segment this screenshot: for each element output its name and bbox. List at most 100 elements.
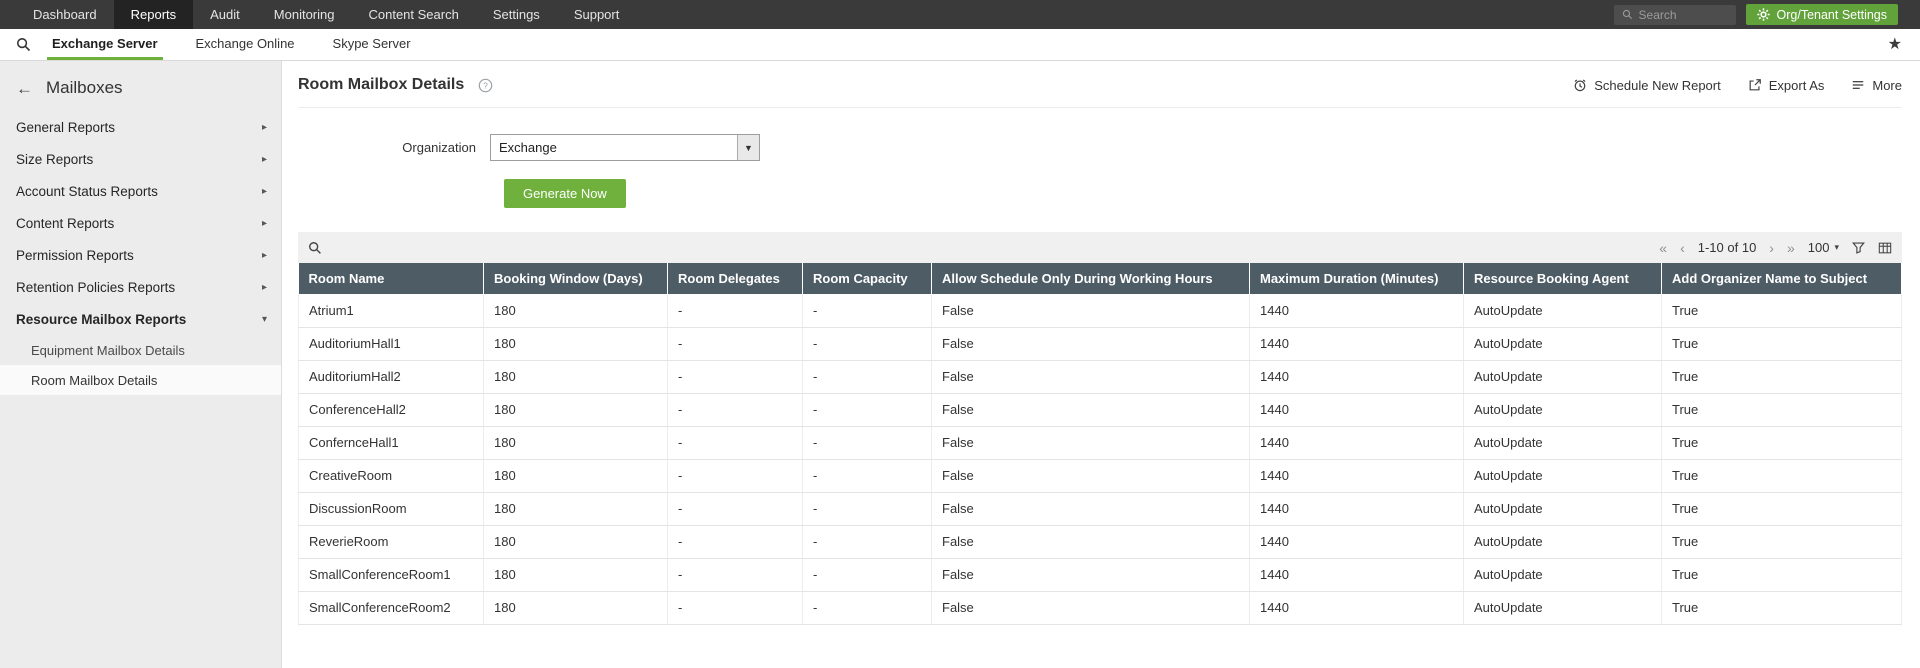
report-search-icon[interactable] bbox=[16, 37, 31, 52]
cell-booking-window: 180 bbox=[483, 327, 668, 361]
nav-tab-settings[interactable]: Settings bbox=[476, 0, 557, 29]
organization-form-row: Organization Exchange ▼ bbox=[298, 134, 1902, 161]
col-add-organizer-name[interactable]: Add Organizer Name to Subject bbox=[1661, 263, 1902, 294]
cell-room-capacity: - bbox=[802, 525, 932, 559]
cell-add-organizer-name: True bbox=[1661, 294, 1902, 328]
cell-booking-window: 180 bbox=[483, 360, 668, 394]
col-booking-window[interactable]: Booking Window (Days) bbox=[483, 263, 668, 294]
col-room-capacity[interactable]: Room Capacity bbox=[802, 263, 932, 294]
col-allow-schedule-working-hours[interactable]: Allow Schedule Only During Working Hours bbox=[931, 263, 1250, 294]
table-header: Room Name Booking Window (Days) Room Del… bbox=[298, 263, 1902, 294]
sidebar-item-equipment-mailbox-details[interactable]: Equipment Mailbox Details bbox=[0, 335, 281, 365]
body: ← Mailboxes General Reports ▸ Size Repor… bbox=[0, 61, 1920, 668]
first-page-icon[interactable]: « bbox=[1659, 241, 1667, 255]
cell-maximum-duration: 1440 bbox=[1249, 327, 1464, 361]
col-room-delegates[interactable]: Room Delegates bbox=[667, 263, 803, 294]
top-nav-right: Org/Tenant Settings bbox=[1613, 0, 1920, 29]
page-title: Room Mailbox Details bbox=[298, 76, 465, 93]
nav-tab-reports[interactable]: Reports bbox=[113, 0, 194, 29]
sidebar-item-general-reports[interactable]: General Reports ▸ bbox=[0, 111, 281, 143]
table-row: SmallConferenceRoom1 180 - - False 1440 … bbox=[298, 558, 1902, 592]
cell-resource-booking-agent: AutoUpdate bbox=[1463, 558, 1662, 592]
table-row: ConferenceHall2 180 - - False 1440 AutoU… bbox=[298, 393, 1902, 427]
sidebar-item-size-reports[interactable]: Size Reports ▸ bbox=[0, 143, 281, 175]
dropdown-arrow-icon: ▼ bbox=[737, 135, 759, 160]
export-icon bbox=[1748, 78, 1762, 92]
cell-allow-schedule-working-hours: False bbox=[931, 591, 1250, 625]
header-actions: Schedule New Report Export As More bbox=[1573, 78, 1902, 93]
global-search[interactable] bbox=[1613, 4, 1736, 25]
cell-add-organizer-name: True bbox=[1661, 393, 1902, 427]
cell-allow-schedule-working-hours: False bbox=[931, 426, 1250, 460]
prev-page-icon[interactable]: ‹ bbox=[1680, 241, 1685, 255]
table-row: Atrium1 180 - - False 1440 AutoUpdate Tr… bbox=[298, 294, 1902, 328]
sidebar-item-permission-reports[interactable]: Permission Reports ▸ bbox=[0, 239, 281, 271]
sidebar-item-label: Size Reports bbox=[16, 151, 94, 167]
filter-icon[interactable] bbox=[1852, 241, 1865, 254]
cell-booking-window: 180 bbox=[483, 426, 668, 460]
table-row: AuditoriumHall2 180 - - False 1440 AutoU… bbox=[298, 360, 1902, 394]
chevron-down-icon: ▾ bbox=[261, 313, 267, 325]
col-room-name[interactable]: Room Name bbox=[298, 263, 484, 294]
col-maximum-duration[interactable]: Maximum Duration (Minutes) bbox=[1249, 263, 1464, 294]
nav-tab-dashboard[interactable]: Dashboard bbox=[16, 0, 114, 29]
table-row: ReverieRoom 180 - - False 1440 AutoUpdat… bbox=[298, 525, 1902, 559]
sidebar-item-label: Retention Policies Reports bbox=[16, 279, 176, 295]
main-content: Room Mailbox Details ? Schedule New Repo… bbox=[282, 61, 1920, 668]
nav-tab-support[interactable]: Support bbox=[557, 0, 637, 29]
back-arrow-icon[interactable]: ← bbox=[16, 80, 33, 97]
cell-maximum-duration: 1440 bbox=[1249, 591, 1464, 625]
org-tenant-settings-label: Org/Tenant Settings bbox=[1776, 7, 1887, 22]
cell-room-capacity: - bbox=[802, 327, 932, 361]
cell-room-name: Atrium1 bbox=[298, 294, 484, 328]
cell-room-delegates: - bbox=[667, 591, 803, 625]
cell-add-organizer-name: True bbox=[1661, 459, 1902, 493]
generate-now-button[interactable]: Generate Now bbox=[504, 179, 626, 208]
col-resource-booking-agent[interactable]: Resource Booking Agent bbox=[1463, 263, 1662, 294]
organization-select[interactable]: Exchange ▼ bbox=[490, 134, 760, 161]
schedule-new-report-button[interactable]: Schedule New Report bbox=[1573, 78, 1721, 93]
cell-booking-window: 180 bbox=[483, 591, 668, 625]
last-page-icon[interactable]: » bbox=[1787, 241, 1795, 255]
cell-resource-booking-agent: AutoUpdate bbox=[1463, 459, 1662, 493]
sidebar-item-content-reports[interactable]: Content Reports ▸ bbox=[0, 207, 281, 239]
favorite-star-icon[interactable]: ★ bbox=[1888, 36, 1902, 53]
cell-maximum-duration: 1440 bbox=[1249, 525, 1464, 559]
cell-room-capacity: - bbox=[802, 426, 932, 460]
tab-exchange-online[interactable]: Exchange Online bbox=[191, 29, 300, 60]
page-size-dropdown[interactable]: 100 ▾ bbox=[1808, 240, 1839, 255]
sidebar-item-room-mailbox-details[interactable]: Room Mailbox Details bbox=[0, 365, 281, 395]
table-search-icon[interactable] bbox=[308, 241, 322, 255]
tab-skype-server[interactable]: Skype Server bbox=[328, 29, 416, 60]
cell-maximum-duration: 1440 bbox=[1249, 459, 1464, 493]
cell-booking-window: 180 bbox=[483, 525, 668, 559]
export-as-button[interactable]: Export As bbox=[1748, 78, 1824, 93]
cell-allow-schedule-working-hours: False bbox=[931, 393, 1250, 427]
pager: « ‹ 1-10 of 10 › » 100 ▾ bbox=[1659, 240, 1892, 255]
app: Dashboard Reports Audit Monitoring Conte… bbox=[0, 0, 1920, 668]
cell-add-organizer-name: True bbox=[1661, 492, 1902, 526]
gear-icon bbox=[1756, 8, 1770, 21]
sidebar-item-account-status-reports[interactable]: Account Status Reports ▸ bbox=[0, 175, 281, 207]
next-page-icon[interactable]: › bbox=[1769, 241, 1774, 255]
more-label: More bbox=[1872, 77, 1902, 93]
column-chooser-icon[interactable] bbox=[1878, 241, 1892, 255]
sidebar-subitem-label: Equipment Mailbox Details bbox=[31, 342, 185, 358]
sidebar-item-retention-policies-reports[interactable]: Retention Policies Reports ▸ bbox=[0, 271, 281, 303]
top-nav: Dashboard Reports Audit Monitoring Conte… bbox=[0, 0, 1920, 29]
table-area: « ‹ 1-10 of 10 › » 100 ▾ Room Name Booki… bbox=[298, 232, 1902, 625]
nav-tab-audit[interactable]: Audit bbox=[193, 0, 257, 29]
sidebar-item-label: General Reports bbox=[16, 119, 116, 135]
chevron-right-icon: ▸ bbox=[261, 153, 267, 165]
top-nav-tabs: Dashboard Reports Audit Monitoring Conte… bbox=[16, 0, 636, 29]
org-tenant-settings-button[interactable]: Org/Tenant Settings bbox=[1745, 4, 1898, 25]
help-icon[interactable]: ? bbox=[478, 78, 493, 93]
more-button[interactable]: More bbox=[1851, 78, 1902, 93]
cell-room-name: AuditoriumHall1 bbox=[298, 327, 484, 361]
sidebar-item-resource-mailbox-reports[interactable]: Resource Mailbox Reports ▾ bbox=[0, 303, 281, 335]
nav-tab-content-search[interactable]: Content Search bbox=[351, 0, 475, 29]
tab-exchange-server[interactable]: Exchange Server bbox=[47, 29, 163, 60]
nav-tab-monitoring[interactable]: Monitoring bbox=[257, 0, 352, 29]
cell-resource-booking-agent: AutoUpdate bbox=[1463, 525, 1662, 559]
global-search-input[interactable] bbox=[1638, 7, 1719, 22]
